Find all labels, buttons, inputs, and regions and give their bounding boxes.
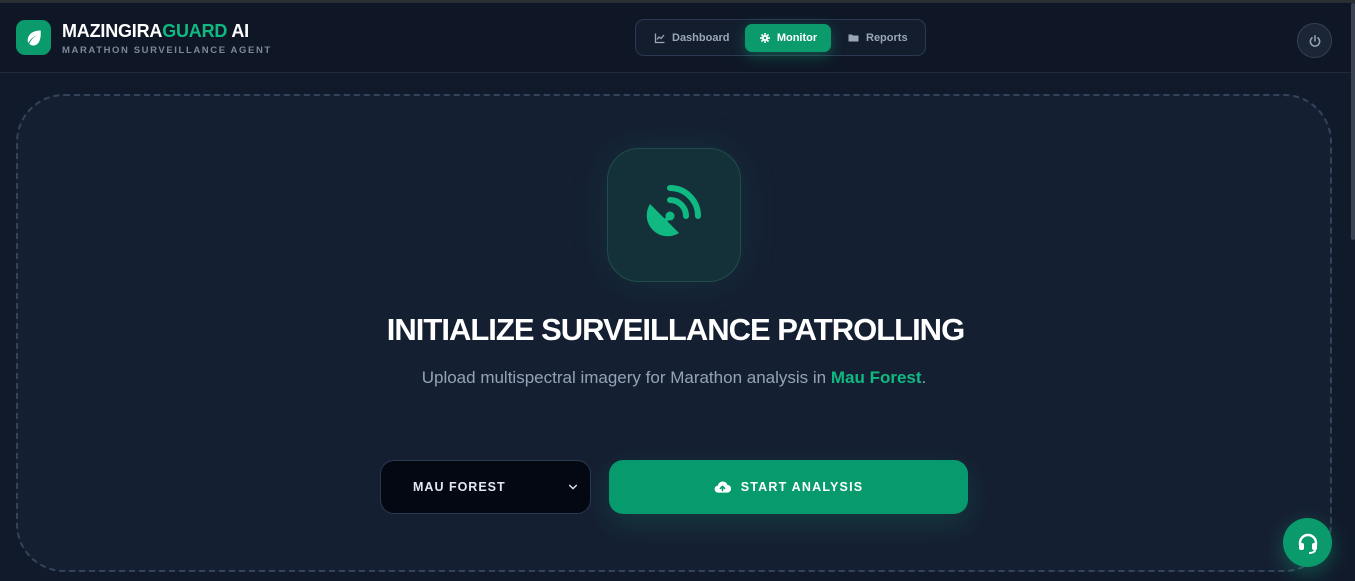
cloud-upload-icon xyxy=(714,481,731,493)
headset-icon xyxy=(1298,533,1317,554)
folder-icon xyxy=(848,34,859,42)
start-analysis-label: START ANALYSIS xyxy=(740,480,864,494)
main-nav: Dashboard Monitor Reports xyxy=(635,19,926,56)
region-select-value: MAU FOREST xyxy=(413,480,506,494)
brand-name-accent: GUARD xyxy=(162,21,228,41)
nav-item-label: Monitor xyxy=(776,32,818,44)
satellite-icon-tile xyxy=(607,148,741,282)
power-button[interactable] xyxy=(1297,23,1332,58)
satellite-dish-icon xyxy=(646,185,701,237)
support-chat-button[interactable] xyxy=(1283,518,1332,567)
nav-item-reports[interactable]: Reports xyxy=(839,24,916,52)
start-analysis-button[interactable]: START ANALYSIS xyxy=(609,460,968,514)
hero-subtitle-end: . xyxy=(921,368,927,387)
logo-badge xyxy=(16,20,51,55)
nav-item-dashboard[interactable]: Dashboard xyxy=(646,24,737,52)
location-name: Mau Forest xyxy=(830,368,922,387)
brand-name-suffix: AI xyxy=(227,21,249,41)
page-title: INITIALIZE SURVEILLANCE PATROLLING xyxy=(386,312,965,347)
brand-name-main: MAZINGIRA xyxy=(62,21,163,41)
nav-item-label: Reports xyxy=(866,32,908,44)
nav-item-monitor[interactable]: Monitor xyxy=(745,24,831,52)
leaf-icon xyxy=(27,30,41,45)
hero-subtitle: Upload multispectral imagery for Maratho… xyxy=(420,364,928,392)
power-icon xyxy=(1309,34,1320,47)
app-header: MAZINGIRAGUARD AI MARATHON SURVEILLANCE … xyxy=(0,3,1351,73)
brand-title: MAZINGIRAGUARD AI xyxy=(62,21,249,42)
nav-item-label: Dashboard xyxy=(672,32,730,44)
chart-line-icon xyxy=(654,33,665,44)
gear-icon xyxy=(759,33,770,43)
hero-subtitle-text: Upload multispectral imagery for Maratho… xyxy=(421,368,831,387)
region-select[interactable]: MAU FOREST xyxy=(380,460,591,514)
chevron-down-icon xyxy=(568,484,578,490)
brand-subtitle: MARATHON SURVEILLANCE AGENT xyxy=(62,45,272,56)
scrollbar[interactable] xyxy=(1351,3,1355,240)
